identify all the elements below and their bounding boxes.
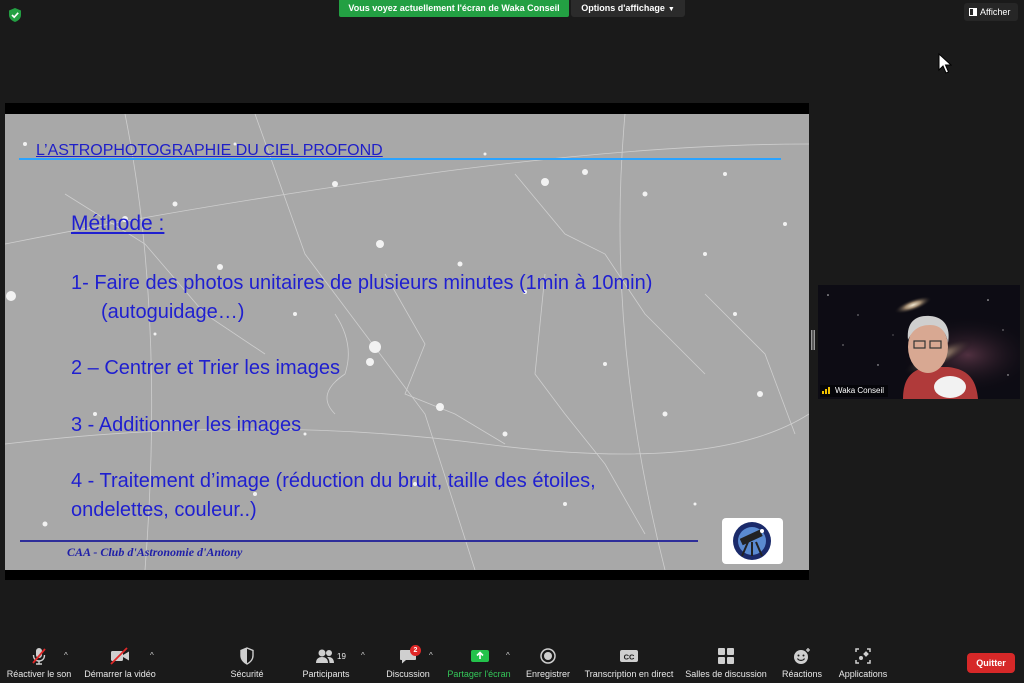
record-button[interactable]: Enregistrer xyxy=(522,637,574,683)
security-label: Sécurité xyxy=(230,669,264,679)
view-options-button[interactable]: Options d'affichage ▼ xyxy=(571,0,685,17)
meeting-toolbar: Réactiver le son ^ Démarrer la vidéo ^ S… xyxy=(0,637,1024,683)
start-video-button[interactable]: Démarrer la vidéo xyxy=(80,637,160,683)
participants-options-caret-icon[interactable]: ^ xyxy=(361,651,365,660)
slide-bullet-2: 2 – Centrer et Trier les images xyxy=(71,357,340,379)
connection-signal-icon xyxy=(822,387,830,394)
chat-label: Discussion xyxy=(386,669,430,679)
sharing-status-banner: Vous voyez actuellement l'écran de Waka … xyxy=(339,0,569,17)
resize-splitter-handle[interactable] xyxy=(811,330,815,350)
chat-button[interactable]: 2 Discussion xyxy=(382,637,434,683)
closed-caption-icon: CC xyxy=(620,650,638,662)
participants-button[interactable]: 19 Participants xyxy=(296,637,356,683)
share-screen-icon xyxy=(471,650,489,662)
audio-options-caret-icon[interactable]: ^ xyxy=(64,651,68,660)
share-screen-button[interactable]: Partager l'écran xyxy=(445,637,513,683)
shield-icon xyxy=(240,647,254,665)
zoom-meeting-window: Vous voyez actuellement l'écran de Waka … xyxy=(0,0,1024,683)
slide-bullet-1: 1- Faire des photos unitaires de plusieu… xyxy=(71,272,653,294)
apps-button[interactable]: Applications xyxy=(834,637,892,683)
slide-bullet-1-continued: (autoguidage…) xyxy=(101,301,245,323)
record-label: Enregistrer xyxy=(525,669,570,679)
emoji-reaction-icon xyxy=(794,648,810,664)
svg-text:CC: CC xyxy=(624,653,635,662)
breakout-rooms-button[interactable]: Salles de discussion xyxy=(684,637,768,683)
reactions-button[interactable]: Réactions xyxy=(776,637,828,683)
security-button[interactable]: Sécurité xyxy=(222,637,272,683)
chat-options-caret-icon[interactable]: ^ xyxy=(429,651,433,660)
show-panel-button[interactable]: Afficher xyxy=(964,3,1018,21)
unmute-label: Réactiver le son xyxy=(6,669,72,679)
title-underline-rule xyxy=(19,158,781,160)
video-options-caret-icon[interactable]: ^ xyxy=(150,651,154,660)
unmute-button[interactable]: Réactiver le son xyxy=(4,637,74,683)
panel-layout-icon xyxy=(969,8,977,16)
show-panel-label: Afficher xyxy=(980,7,1011,17)
slide-heading: Méthode : xyxy=(71,212,165,235)
chevron-down-icon: ▼ xyxy=(667,6,675,13)
participant-name: Waka Conseil xyxy=(835,386,885,395)
reactions-label: Réactions xyxy=(781,669,823,679)
view-options-label: Options d'affichage xyxy=(581,3,665,13)
video-camera-off-icon xyxy=(110,647,129,665)
start-video-label: Démarrer la vidéo xyxy=(84,669,156,679)
apps-icon xyxy=(855,648,871,664)
slide-footer: CAA - Club d'Astronomie d'Antony xyxy=(67,545,243,559)
apps-label: Applications xyxy=(838,669,888,679)
share-options-caret-icon[interactable]: ^ xyxy=(506,651,510,660)
record-icon xyxy=(540,648,556,664)
chat-unread-badge: 2 xyxy=(410,645,421,656)
live-transcription-label: Transcription en direct xyxy=(584,669,674,679)
participants-icon xyxy=(316,649,334,663)
mouse-cursor-icon xyxy=(938,53,952,74)
breakout-rooms-label: Salles de discussion xyxy=(685,669,767,679)
telescope-logo-icon xyxy=(733,522,771,560)
participants-label: Participants xyxy=(302,669,350,679)
slide-bullet-3: 3 - Additionner les images xyxy=(71,414,302,436)
live-transcription-button[interactable]: CC Transcription en direct xyxy=(580,637,678,683)
participants-count: 19 xyxy=(337,652,346,661)
breakout-rooms-icon xyxy=(718,648,734,664)
security-shield-icon[interactable] xyxy=(9,8,21,22)
club-logo xyxy=(722,518,783,564)
share-screen-label: Partager l'écran xyxy=(447,669,511,679)
footer-rule xyxy=(20,540,698,542)
participant-video-tile[interactable]: Waka Conseil xyxy=(818,285,1020,399)
slide-bullet-4-continued: ondelettes, couleur..) xyxy=(71,499,257,521)
participant-name-tag: Waka Conseil xyxy=(820,385,889,397)
quit-meeting-button[interactable]: Quitter xyxy=(967,653,1015,673)
slide-bullet-4: 4 - Traitement d’image (réduction du bru… xyxy=(71,470,596,492)
participant-video-feed xyxy=(818,285,1020,399)
microphone-muted-icon xyxy=(32,648,46,665)
presentation-slide: L’ASTROPHOTOGRAPHIE DU CIEL PROFOND Méth… xyxy=(5,114,809,570)
